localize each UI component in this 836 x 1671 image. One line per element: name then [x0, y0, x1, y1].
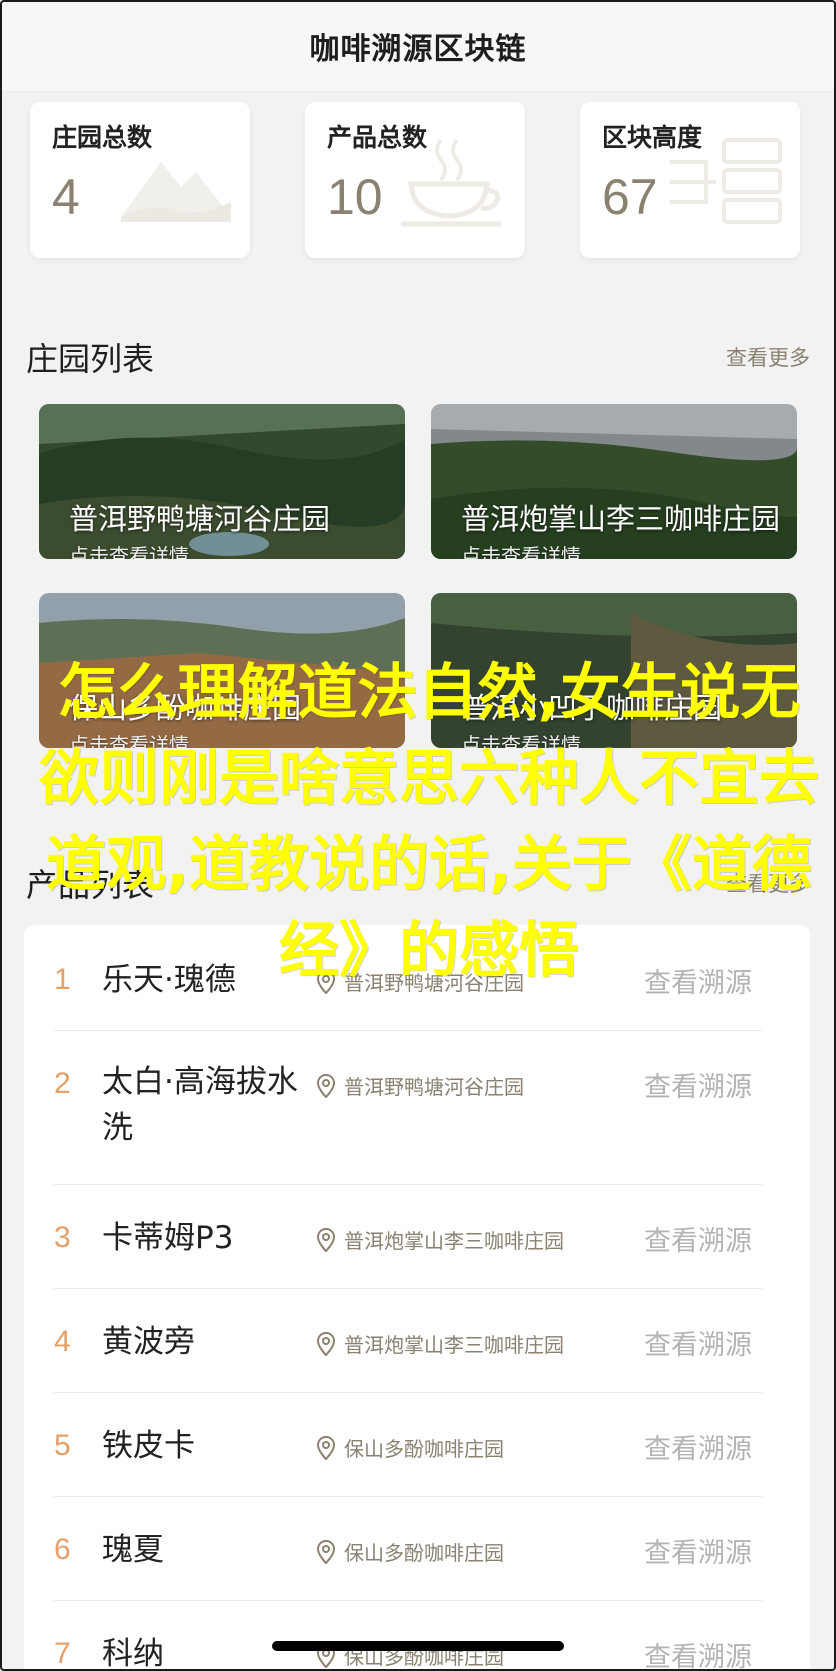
product-location: 普洱炮掌山李三咖啡庄园 [316, 1329, 564, 1358]
location-text: 普洱炮掌山李三咖啡庄园 [344, 1229, 564, 1253]
view-trace-button[interactable]: 查看溯源 [644, 1635, 752, 1671]
view-trace-button[interactable]: 查看溯源 [644, 1065, 752, 1104]
product-list: 1 乐天·瑰德 普洱野鸭塘河谷庄园 查看溯源 2 太白·高海拔水洗 普洱野鸭塘河… [24, 925, 810, 1671]
product-name: 铁皮卡 [102, 1428, 195, 1464]
product-name: 黄波旁 [102, 1324, 195, 1360]
view-trace-button[interactable]: 查看溯源 [644, 1219, 752, 1258]
farm-name: 普洱野鸭塘河谷庄园 [69, 502, 331, 536]
product-index: 6 [54, 1533, 71, 1566]
product-index: 7 [54, 1637, 71, 1670]
farm-card[interactable]: 普洱炮掌山李三咖啡庄园 点击查看详情 [431, 404, 797, 559]
list-item[interactable]: 7 科纳 保山多酚咖啡庄园 查看溯源 [54, 1601, 762, 1671]
location-text: 普洱炮掌山李三咖啡庄园 [344, 1333, 564, 1357]
stat-card-products[interactable]: 产品总数 10 [305, 102, 525, 258]
list-item[interactable]: 4 黄波旁 普洱炮掌山李三咖啡庄园 查看溯源 [54, 1289, 762, 1393]
farm-name: 普洱炮掌山李三咖啡庄园 [461, 502, 781, 536]
product-index: 2 [54, 1067, 71, 1100]
location-pin-icon [316, 1435, 336, 1460]
list-item[interactable]: 6 瑰夏 保山多酚咖啡庄园 查看溯源 [54, 1497, 762, 1601]
stat-label: 庄园总数 [52, 123, 153, 152]
stat-card-blocks[interactable]: 区块高度 67 [580, 102, 800, 258]
view-trace-button[interactable]: 查看溯源 [644, 1323, 752, 1362]
stats-row: 庄园总数 4 产品总数 10 区块高度 67 [30, 102, 800, 258]
location-text: 保山多酚咖啡庄园 [344, 1437, 504, 1461]
farm-section-header: 庄园列表 查看更多 [26, 334, 810, 380]
location-pin-icon [316, 1073, 336, 1098]
product-location: 保山多酚咖啡庄园 [316, 1433, 504, 1462]
location-text: 普洱野鸭塘河谷庄园 [344, 1075, 524, 1099]
overlay-caption: 怎么理解道法自然,女生说无欲则刚是啥意思六种人不宜去道观,道教说的话,关于《道德… [39, 658, 819, 986]
product-index: 5 [54, 1429, 71, 1462]
stat-value: 67 [602, 169, 658, 225]
product-name: 科纳 [102, 1636, 164, 1671]
location-pin-icon [316, 1227, 336, 1252]
location-text: 保山多酚咖啡庄园 [344, 1541, 504, 1565]
location-pin-icon [316, 1331, 336, 1356]
product-name: 瑰夏 [102, 1532, 164, 1568]
stat-value: 10 [327, 169, 383, 225]
product-location: 普洱炮掌山李三咖啡庄园 [316, 1225, 564, 1254]
page-title: 咖啡溯源区块链 [309, 31, 527, 67]
product-location: 保山多酚咖啡庄园 [316, 1537, 504, 1566]
farm-detail-hint: 点击查看详情 [69, 544, 189, 559]
farm-more-link[interactable]: 查看更多 [726, 342, 810, 372]
farm-card[interactable]: 普洱野鸭塘河谷庄园 点击查看详情 [39, 404, 405, 559]
stat-value: 4 [52, 169, 80, 225]
list-item[interactable]: 5 铁皮卡 保山多酚咖啡庄园 查看溯源 [54, 1393, 762, 1497]
farm-detail-hint: 点击查看详情 [461, 544, 581, 559]
navigation-bar: 咖啡溯源区块链 [0, 0, 836, 92]
product-location: 普洱野鸭塘河谷庄园 [316, 1071, 524, 1100]
product-index: 3 [54, 1221, 71, 1254]
view-trace-button[interactable]: 查看溯源 [644, 1427, 752, 1466]
product-name: 太白·高海拔水洗 [102, 1064, 298, 1146]
stat-label: 区块高度 [602, 123, 703, 152]
stat-card-farms[interactable]: 庄园总数 4 [30, 102, 250, 258]
home-indicator[interactable] [272, 1641, 564, 1651]
product-index: 4 [54, 1325, 71, 1358]
view-trace-button[interactable]: 查看溯源 [644, 1531, 752, 1570]
list-item[interactable]: 3 卡蒂姆P3 普洱炮掌山李三咖啡庄园 查看溯源 [54, 1185, 762, 1289]
list-item[interactable]: 2 太白·高海拔水洗 普洱野鸭塘河谷庄园 查看溯源 [54, 1031, 762, 1185]
location-pin-icon [316, 1539, 336, 1564]
product-name: 卡蒂姆P3 [102, 1220, 234, 1256]
farm-section-title: 庄园列表 [26, 340, 155, 378]
stat-label: 产品总数 [327, 123, 428, 152]
